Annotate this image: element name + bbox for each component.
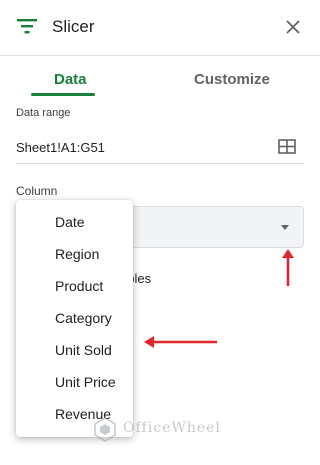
tab-data[interactable]: Data <box>54 71 87 88</box>
column-dropdown-menu: Date Region Product Category Unit Sold U… <box>16 200 133 437</box>
filter-icon <box>17 19 37 34</box>
column-label: Column <box>16 184 58 198</box>
watermark-text: OfficeWheel <box>123 420 221 436</box>
tab-bar: Data Customize <box>0 56 320 98</box>
option-unit-price[interactable]: Unit Price <box>55 374 116 390</box>
option-category[interactable]: Category <box>55 310 112 326</box>
option-region[interactable]: Region <box>55 246 99 262</box>
tab-customize[interactable]: Customize <box>194 71 270 88</box>
data-range-input[interactable]: Sheet1!A1:G51 <box>16 140 105 155</box>
option-product[interactable]: Product <box>55 278 103 294</box>
select-range-icon[interactable] <box>278 139 296 154</box>
dropdown-caret-icon[interactable] <box>281 225 289 230</box>
slicer-header: Slicer <box>0 0 320 56</box>
watermark: OfficeWheel <box>90 415 240 445</box>
panel-title: Slicer <box>52 17 95 36</box>
data-range-underline <box>16 163 304 164</box>
active-tab-indicator <box>31 93 95 96</box>
option-date[interactable]: Date <box>55 214 85 230</box>
annotation-arrow-left <box>144 336 217 348</box>
data-range-label: Data range <box>16 107 71 119</box>
watermark-logo-icon <box>94 417 116 442</box>
close-icon[interactable] <box>284 18 302 36</box>
option-unit-sold[interactable]: Unit Sold <box>55 342 112 358</box>
annotation-arrow-up <box>282 249 294 286</box>
